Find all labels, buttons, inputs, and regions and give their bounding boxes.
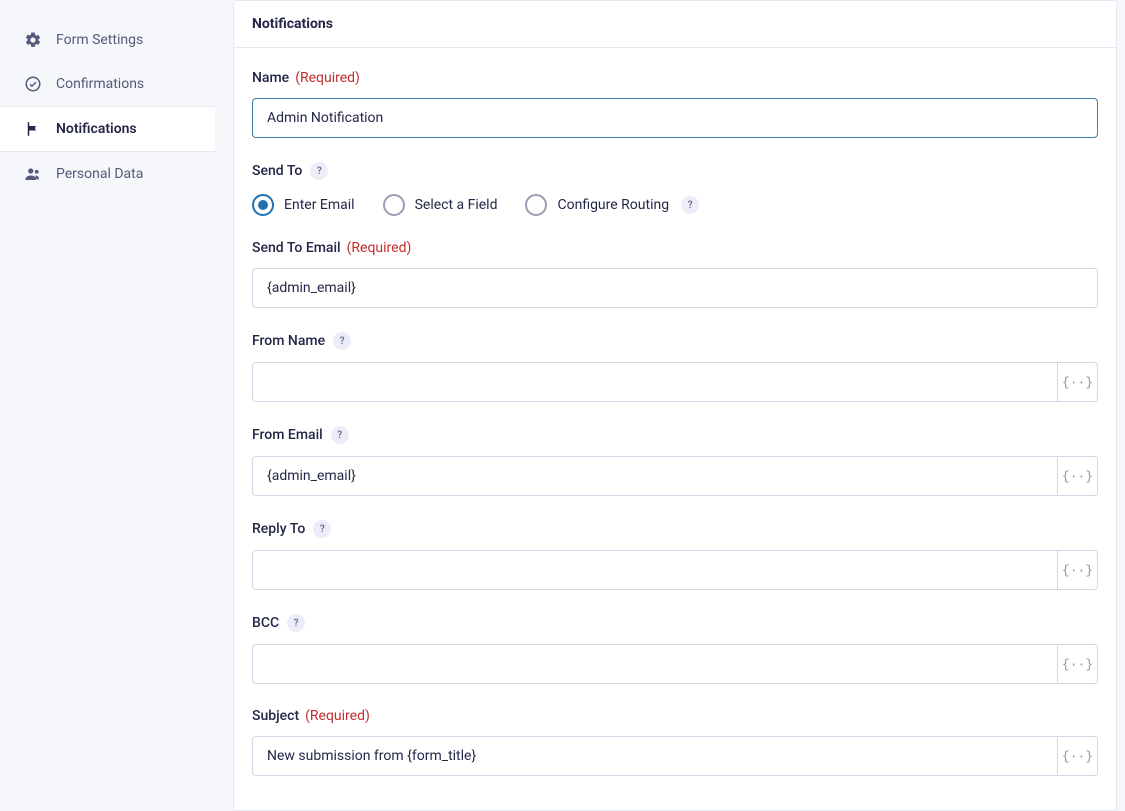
gear-icon	[24, 31, 42, 49]
field-send-to: Send To ? Enter Email Select a Field Con…	[252, 162, 1098, 216]
radio-circle	[383, 194, 405, 216]
reply-to-input[interactable]	[252, 550, 1058, 590]
field-label: From Name ?	[252, 332, 1098, 350]
radio-circle	[525, 194, 547, 216]
radio-circle	[252, 194, 274, 216]
main-content: Notifications Name (Required) Send To ?	[215, 0, 1125, 748]
field-from-email: From Email ? {··}	[252, 426, 1098, 496]
from-email-input[interactable]	[252, 456, 1058, 496]
sidebar-item-personal-data[interactable]: Personal Data	[0, 152, 215, 196]
help-icon[interactable]: ?	[313, 520, 331, 538]
field-label: BCC ?	[252, 614, 1098, 632]
check-circle-icon	[24, 75, 42, 93]
subject-input[interactable]	[252, 736, 1058, 776]
settings-sidebar: Form Settings Confirmations Notification…	[0, 0, 215, 748]
send-to-radio-group: Enter Email Select a Field Configure Rou…	[252, 194, 1098, 216]
required-indicator: (Required)	[305, 708, 370, 724]
sidebar-label: Form Settings	[56, 32, 143, 48]
merge-tag-button[interactable]: {··}	[1058, 644, 1098, 684]
name-input[interactable]	[252, 98, 1098, 138]
panel-title: Notifications	[252, 16, 1098, 32]
sidebar-item-notifications[interactable]: Notifications	[0, 106, 215, 152]
field-label: Reply To ?	[252, 520, 1098, 538]
sidebar-item-confirmations[interactable]: Confirmations	[0, 62, 215, 106]
radio-enter-email[interactable]: Enter Email	[252, 194, 355, 216]
panel-body: Name (Required) Send To ? Enter Email	[234, 48, 1116, 810]
help-icon[interactable]: ?	[331, 426, 349, 444]
panel-header: Notifications	[234, 1, 1116, 48]
radio-select-field[interactable]: Select a Field	[383, 194, 498, 216]
field-from-name: From Name ? {··}	[252, 332, 1098, 402]
from-name-input[interactable]	[252, 362, 1058, 402]
merge-tag-button[interactable]: {··}	[1058, 550, 1098, 590]
sidebar-label: Personal Data	[56, 166, 143, 182]
bcc-input[interactable]	[252, 644, 1058, 684]
required-indicator: (Required)	[347, 240, 412, 256]
field-label: Send To Email (Required)	[252, 240, 1098, 256]
field-name: Name (Required)	[252, 70, 1098, 138]
sidebar-label: Confirmations	[56, 76, 144, 92]
field-reply-to: Reply To ? {··}	[252, 520, 1098, 590]
field-send-to-email: Send To Email (Required)	[252, 240, 1098, 308]
help-icon[interactable]: ?	[287, 614, 305, 632]
merge-tag-button[interactable]: {··}	[1058, 736, 1098, 776]
users-icon	[24, 165, 42, 183]
field-label: Send To ?	[252, 162, 1098, 180]
help-icon[interactable]: ?	[681, 196, 699, 214]
field-label: Name (Required)	[252, 70, 1098, 86]
field-label: From Email ?	[252, 426, 1098, 444]
field-bcc: BCC ? {··}	[252, 614, 1098, 684]
field-label: Subject (Required)	[252, 708, 1098, 724]
radio-configure-routing[interactable]: Configure Routing ?	[525, 194, 699, 216]
merge-tag-button[interactable]: {··}	[1058, 456, 1098, 496]
help-icon[interactable]: ?	[310, 162, 328, 180]
field-subject: Subject (Required) {··}	[252, 708, 1098, 776]
sidebar-label: Notifications	[56, 121, 137, 137]
sidebar-item-form-settings[interactable]: Form Settings	[0, 18, 215, 62]
notifications-panel: Notifications Name (Required) Send To ?	[233, 0, 1117, 811]
send-to-email-input[interactable]	[252, 268, 1098, 308]
flag-icon	[24, 120, 42, 138]
merge-tag-button[interactable]: {··}	[1058, 362, 1098, 402]
help-icon[interactable]: ?	[333, 332, 351, 350]
required-indicator: (Required)	[295, 70, 360, 86]
